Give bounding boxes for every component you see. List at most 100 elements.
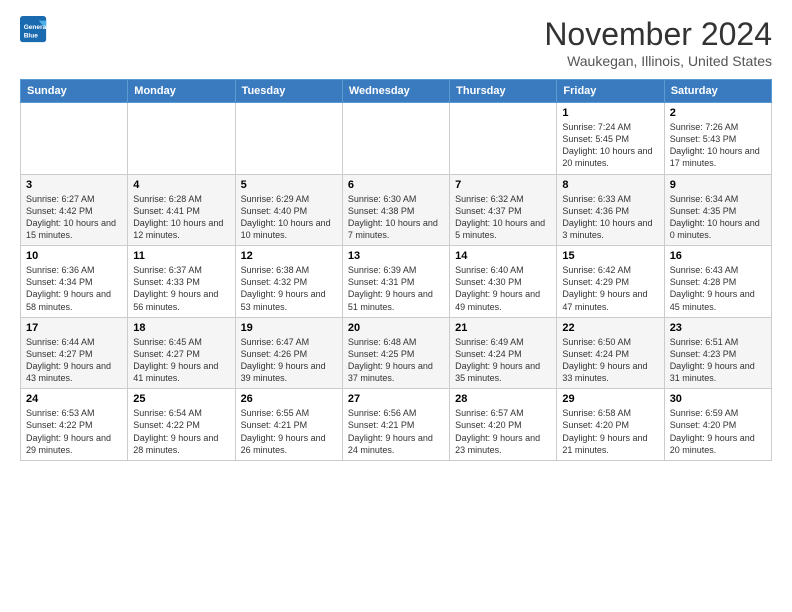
cell-2-2: 12 Sunrise: 6:38 AM Sunset: 4:32 PM Dayli… — [235, 246, 342, 318]
cell-0-6: 2Sunrise: 7:26 AM Sunset: 5:43 PM Daylig… — [664, 103, 771, 175]
week-row-3: 10 Sunrise: 6:36 AM Sunset: 4:34 PM Dayli… — [21, 246, 772, 318]
cell-4-2: 26 Sunrise: 6:55 AM Sunset: 4:21 PM Dayli… — [235, 389, 342, 461]
header-wednesday: Wednesday — [342, 80, 449, 103]
day-number: 10 — [26, 250, 122, 262]
cell-3-4: 21Sunrise: 6:49 AM Sunset: 4:24 PM Dayli… — [450, 317, 557, 389]
day-info: Sunrise: 6:38 AM Sunset: 4:32 PM Dayligh… — [241, 264, 337, 313]
month-title: November 2024 — [544, 16, 772, 53]
day-info: Sunrise: 6:30 AM Sunset: 4:38 PM Dayligh… — [348, 193, 444, 242]
cell-1-2: 5 Sunrise: 6:29 AM Sunset: 4:40 PM Daylig… — [235, 174, 342, 246]
cell-2-3: 13 Sunrise: 6:39 AM Sunset: 4:31 PM Dayli… — [342, 246, 449, 318]
cell-1-5: 8Sunrise: 6:33 AM Sunset: 4:36 PM Daylig… — [557, 174, 664, 246]
cell-1-4: 7 Sunrise: 6:32 AM Sunset: 4:37 PM Daylig… — [450, 174, 557, 246]
day-info: Sunrise: 6:36 AM Sunset: 4:34 PM Dayligh… — [26, 264, 122, 313]
day-info: Sunrise: 7:24 AM Sunset: 5:45 PM Dayligh… — [562, 121, 658, 170]
cell-4-1: 25 Sunrise: 6:54 AM Sunset: 4:22 PM Dayli… — [128, 389, 235, 461]
cell-1-1: 4Sunrise: 6:28 AM Sunset: 4:41 PM Daylig… — [128, 174, 235, 246]
day-info: Sunrise: 6:48 AM Sunset: 4:25 PM Dayligh… — [348, 336, 444, 385]
week-row-2: 3Sunrise: 6:27 AM Sunset: 4:42 PM Daylig… — [21, 174, 772, 246]
cell-3-0: 17 Sunrise: 6:44 AM Sunset: 4:27 PM Dayli… — [21, 317, 128, 389]
day-number: 22 — [562, 322, 658, 334]
week-row-1: 1 Sunrise: 7:24 AM Sunset: 5:45 PM Daylig… — [21, 103, 772, 175]
cell-3-6: 23 Sunrise: 6:51 AM Sunset: 4:23 PM Dayli… — [664, 317, 771, 389]
day-number: 16 — [670, 250, 766, 262]
calendar-table: Sunday Monday Tuesday Wednesday Thursday… — [20, 79, 772, 461]
cell-2-6: 16Sunrise: 6:43 AM Sunset: 4:28 PM Dayli… — [664, 246, 771, 318]
cell-2-5: 15 Sunrise: 6:42 AM Sunset: 4:29 PM Dayli… — [557, 246, 664, 318]
header-area: General Blue November 2024 Waukegan, Ill… — [20, 16, 772, 69]
cell-3-2: 19 Sunrise: 6:47 AM Sunset: 4:26 PM Dayli… — [235, 317, 342, 389]
cell-3-5: 22 Sunrise: 6:50 AM Sunset: 4:24 PM Dayli… — [557, 317, 664, 389]
cell-0-4 — [450, 103, 557, 175]
day-info: Sunrise: 6:34 AM Sunset: 4:35 PM Dayligh… — [670, 193, 766, 242]
cell-4-6: 30 Sunrise: 6:59 AM Sunset: 4:20 PM Dayli… — [664, 389, 771, 461]
day-info: Sunrise: 6:29 AM Sunset: 4:40 PM Dayligh… — [241, 193, 337, 242]
day-info: Sunrise: 6:55 AM Sunset: 4:21 PM Dayligh… — [241, 407, 337, 456]
cell-4-3: 27 Sunrise: 6:56 AM Sunset: 4:21 PM Dayli… — [342, 389, 449, 461]
day-number: 15 — [562, 250, 658, 262]
cell-0-0 — [21, 103, 128, 175]
day-info: Sunrise: 6:37 AM Sunset: 4:33 PM Dayligh… — [133, 264, 229, 313]
day-info: Sunrise: 6:32 AM Sunset: 4:37 PM Dayligh… — [455, 193, 551, 242]
svg-text:General: General — [24, 24, 48, 31]
day-info: Sunrise: 6:53 AM Sunset: 4:22 PM Dayligh… — [26, 407, 122, 456]
day-number: 25 — [133, 393, 229, 405]
day-info: Sunrise: 6:40 AM Sunset: 4:30 PM Dayligh… — [455, 264, 551, 313]
day-info: Sunrise: 6:33 AM Sunset: 4:36 PM Dayligh… — [562, 193, 658, 242]
day-number: 2 — [670, 107, 766, 119]
day-number: 27 — [348, 393, 444, 405]
cell-2-1: 11 Sunrise: 6:37 AM Sunset: 4:33 PM Dayli… — [128, 246, 235, 318]
day-number: 23 — [670, 322, 766, 334]
header-friday: Friday — [557, 80, 664, 103]
day-info: Sunrise: 6:47 AM Sunset: 4:26 PM Dayligh… — [241, 336, 337, 385]
day-number: 5 — [241, 179, 337, 191]
cell-1-0: 3Sunrise: 6:27 AM Sunset: 4:42 PM Daylig… — [21, 174, 128, 246]
week-row-4: 17 Sunrise: 6:44 AM Sunset: 4:27 PM Dayli… — [21, 317, 772, 389]
cell-0-1 — [128, 103, 235, 175]
day-number: 14 — [455, 250, 551, 262]
cell-4-4: 28 Sunrise: 6:57 AM Sunset: 4:20 PM Dayli… — [450, 389, 557, 461]
day-number: 21 — [455, 322, 551, 334]
header-saturday: Saturday — [664, 80, 771, 103]
day-number: 17 — [26, 322, 122, 334]
day-number: 13 — [348, 250, 444, 262]
day-info: Sunrise: 6:27 AM Sunset: 4:42 PM Dayligh… — [26, 193, 122, 242]
location: Waukegan, Illinois, United States — [544, 53, 772, 69]
day-number: 6 — [348, 179, 444, 191]
cell-2-0: 10 Sunrise: 6:36 AM Sunset: 4:34 PM Dayli… — [21, 246, 128, 318]
day-number: 29 — [562, 393, 658, 405]
cell-4-0: 24Sunrise: 6:53 AM Sunset: 4:22 PM Dayli… — [21, 389, 128, 461]
day-number: 7 — [455, 179, 551, 191]
day-info: Sunrise: 6:56 AM Sunset: 4:21 PM Dayligh… — [348, 407, 444, 456]
day-number: 11 — [133, 250, 229, 262]
cell-3-1: 18 Sunrise: 6:45 AM Sunset: 4:27 PM Dayli… — [128, 317, 235, 389]
day-info: Sunrise: 6:58 AM Sunset: 4:20 PM Dayligh… — [562, 407, 658, 456]
cell-3-3: 20 Sunrise: 6:48 AM Sunset: 4:25 PM Dayli… — [342, 317, 449, 389]
header-thursday: Thursday — [450, 80, 557, 103]
header-tuesday: Tuesday — [235, 80, 342, 103]
day-info: Sunrise: 6:45 AM Sunset: 4:27 PM Dayligh… — [133, 336, 229, 385]
day-number: 20 — [348, 322, 444, 334]
page: General Blue November 2024 Waukegan, Ill… — [0, 0, 792, 471]
cell-0-5: 1 Sunrise: 7:24 AM Sunset: 5:45 PM Daylig… — [557, 103, 664, 175]
day-info: Sunrise: 6:57 AM Sunset: 4:20 PM Dayligh… — [455, 407, 551, 456]
day-number: 1 — [562, 107, 658, 119]
cell-0-3 — [342, 103, 449, 175]
cell-4-5: 29 Sunrise: 6:58 AM Sunset: 4:20 PM Dayli… — [557, 389, 664, 461]
day-number: 18 — [133, 322, 229, 334]
header-monday: Monday — [128, 80, 235, 103]
day-number: 4 — [133, 179, 229, 191]
day-info: Sunrise: 6:54 AM Sunset: 4:22 PM Dayligh… — [133, 407, 229, 456]
day-number: 28 — [455, 393, 551, 405]
day-number: 26 — [241, 393, 337, 405]
day-number: 12 — [241, 250, 337, 262]
day-info: Sunrise: 6:44 AM Sunset: 4:27 PM Dayligh… — [26, 336, 122, 385]
day-info: Sunrise: 6:50 AM Sunset: 4:24 PM Dayligh… — [562, 336, 658, 385]
day-number: 19 — [241, 322, 337, 334]
day-info: Sunrise: 6:51 AM Sunset: 4:23 PM Dayligh… — [670, 336, 766, 385]
day-info: Sunrise: 6:39 AM Sunset: 4:31 PM Dayligh… — [348, 264, 444, 313]
day-info: Sunrise: 6:42 AM Sunset: 4:29 PM Dayligh… — [562, 264, 658, 313]
day-number: 30 — [670, 393, 766, 405]
week-row-5: 24Sunrise: 6:53 AM Sunset: 4:22 PM Dayli… — [21, 389, 772, 461]
day-info: Sunrise: 6:59 AM Sunset: 4:20 PM Dayligh… — [670, 407, 766, 456]
